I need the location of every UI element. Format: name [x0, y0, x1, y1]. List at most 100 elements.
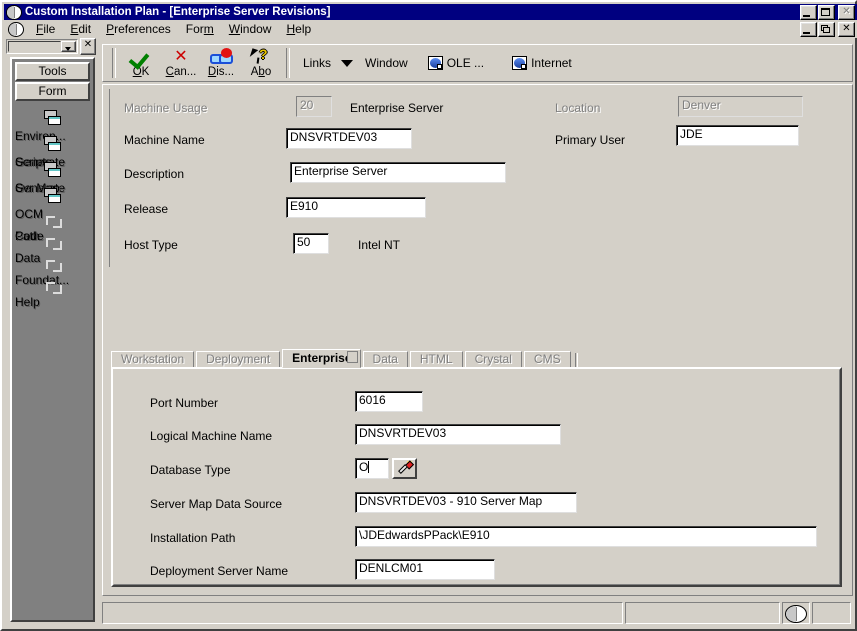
- exit-item-label: OCM: [15, 207, 43, 221]
- fast-path-close-button[interactable]: ✕: [80, 38, 96, 55]
- bracket-icon: [42, 258, 64, 272]
- machine-usage-description: Enterprise Server: [350, 101, 444, 115]
- mdi-minimize-button[interactable]: [800, 21, 817, 37]
- menu-item-file[interactable]: FFileile: [29, 21, 62, 37]
- status-pane-icon: [782, 602, 810, 624]
- tab-workstation[interactable]: Workstation: [111, 351, 195, 368]
- maximize-button[interactable]: [818, 4, 835, 20]
- toolbar-separator: [112, 48, 116, 78]
- mdi-restore-button[interactable]: [818, 21, 835, 37]
- installation-path-field[interactable]: \JDEdwardsPPack\E910: [355, 526, 817, 547]
- close-icon: ✕: [842, 5, 851, 17]
- release-field[interactable]: E910: [286, 197, 426, 218]
- about-button[interactable]: ? Abo: [241, 46, 281, 80]
- bracket-icon: [42, 236, 64, 250]
- bracket-icon: [42, 214, 64, 228]
- host-type-field[interactable]: 50: [293, 233, 329, 254]
- application-window: Custom Installation Plan - [Enterprise S…: [0, 0, 857, 631]
- tab-enterprise-label: Enterprise: [292, 351, 352, 365]
- menu-bar: FFileile Edit Preferences Form Window He…: [4, 20, 857, 38]
- chevron-down-icon[interactable]: [61, 41, 76, 52]
- window-controls: ✕: [799, 4, 855, 20]
- exit-item-environment[interactable]: Environ...: [15, 110, 90, 143]
- window-menu-button[interactable]: Window: [365, 56, 408, 70]
- mdi-window-controls: ✕: [799, 21, 855, 37]
- globe-icon: [6, 4, 22, 20]
- green-check-icon: [126, 48, 156, 70]
- red-x-icon: ✕: [174, 48, 188, 65]
- ole-link[interactable]: OLE ...: [427, 56, 485, 70]
- port-number-label: Port Number: [150, 396, 219, 410]
- logical-machine-name-field[interactable]: DNSVRTDEV03: [355, 424, 561, 445]
- window-title: Custom Installation Plan - [Enterprise S…: [25, 6, 331, 18]
- logical-machine-name-label: Logical Machine Name: [150, 429, 273, 443]
- fast-path-bar: ✕: [6, 38, 96, 55]
- tab-strip: Workstation Deployment Enterprise Data H…: [111, 349, 842, 368]
- server-map-data-source-label: Server Map Data Source: [150, 497, 283, 511]
- description-field[interactable]: Enterprise Server: [290, 162, 506, 183]
- server-map-data-source-field[interactable]: DNSVRTDEV03 - 910 Server Map: [355, 492, 577, 513]
- fast-path-combo[interactable]: [6, 39, 78, 54]
- mdi-system-menu-icon[interactable]: [8, 21, 24, 37]
- location-label: Location: [555, 101, 601, 115]
- menu-item-edit[interactable]: Edit: [63, 21, 98, 37]
- ok-button[interactable]: OK: [121, 46, 161, 80]
- exit-bar-tab-tools[interactable]: Tools: [15, 62, 90, 81]
- host-type-label: Host Type: [124, 238, 178, 252]
- installation-path-label: Installation Path: [150, 531, 236, 545]
- toolbar-separator-2: [286, 48, 290, 78]
- tab-html[interactable]: HTML: [409, 351, 463, 368]
- database-type-label: Database Type: [150, 463, 231, 477]
- internet-link[interactable]: Internet: [512, 56, 572, 70]
- chevron-down-icon[interactable]: [341, 59, 354, 67]
- database-type-field[interactable]: O: [355, 458, 389, 479]
- exit-item-label-2: Code: [15, 229, 44, 243]
- minimize-button[interactable]: [800, 4, 817, 20]
- cancel-button[interactable]: ✕ Can...: [161, 46, 201, 80]
- port-number-field[interactable]: 6016: [355, 391, 423, 412]
- tab-crystal[interactable]: Crystal: [464, 351, 522, 368]
- tab-enterprise[interactable]: Enterprise: [282, 349, 361, 368]
- internet-link-label: Internet: [531, 56, 572, 70]
- machine-usage-label: Machine Usage: [124, 101, 208, 115]
- status-bar: [102, 602, 853, 624]
- tab-data[interactable]: Data: [362, 351, 408, 368]
- status-pane-2: [625, 602, 780, 624]
- menu-item-preferences[interactable]: Preferences: [99, 21, 178, 37]
- globe-icon: [785, 605, 807, 623]
- status-pane-1: [102, 602, 623, 624]
- exit-item-label: Help: [15, 295, 40, 309]
- exit-bar-tab-form[interactable]: Form: [15, 82, 90, 101]
- tab-deployment[interactable]: Deployment: [196, 351, 281, 368]
- ole-link-label: OLE ...: [446, 56, 485, 70]
- about-button-label: Abo: [250, 66, 272, 78]
- status-pane-3: [812, 602, 851, 624]
- machine-name-field[interactable]: DNSVRTDEV03: [286, 128, 412, 149]
- exit-item-label: Data: [15, 251, 41, 265]
- title-bar: Custom Installation Plan - [Enterprise S…: [4, 4, 857, 20]
- deployment-server-name-field[interactable]: DENLCM01: [355, 559, 495, 580]
- pages-icon: [42, 188, 64, 205]
- internet-globe-icon: [512, 56, 528, 70]
- header-fields-panel: Machine Usage 20 Enterprise Server Locat…: [109, 89, 846, 267]
- form-area: Machine Usage 20 Enterprise Server Locat…: [102, 84, 853, 596]
- primary-user-field[interactable]: JDE: [676, 125, 799, 146]
- close-button[interactable]: ✕: [838, 4, 855, 20]
- pages-icon: [42, 162, 64, 179]
- fast-path-input[interactable]: [8, 41, 61, 52]
- about-help-arrow-icon: ?: [246, 47, 276, 66]
- deployment-server-name-label: Deployment Server Name: [150, 564, 289, 578]
- machine-name-label: Machine Name: [124, 133, 205, 147]
- mdi-close-button[interactable]: ✕: [838, 21, 855, 37]
- menu-item-help[interactable]: Help: [279, 21, 318, 37]
- display-button[interactable]: Dis...: [201, 46, 241, 80]
- tab-cms[interactable]: CMS: [523, 351, 571, 368]
- description-label: Description: [124, 167, 185, 181]
- links-label: Links: [303, 56, 332, 70]
- database-type-visual-assist-button[interactable]: [392, 458, 417, 479]
- menu-item-form[interactable]: Form: [179, 21, 221, 37]
- flashlight-icon: [397, 460, 415, 476]
- primary-user-label: Primary User: [555, 133, 626, 147]
- menu-item-window[interactable]: Window: [222, 21, 279, 37]
- pages-icon: [42, 110, 64, 127]
